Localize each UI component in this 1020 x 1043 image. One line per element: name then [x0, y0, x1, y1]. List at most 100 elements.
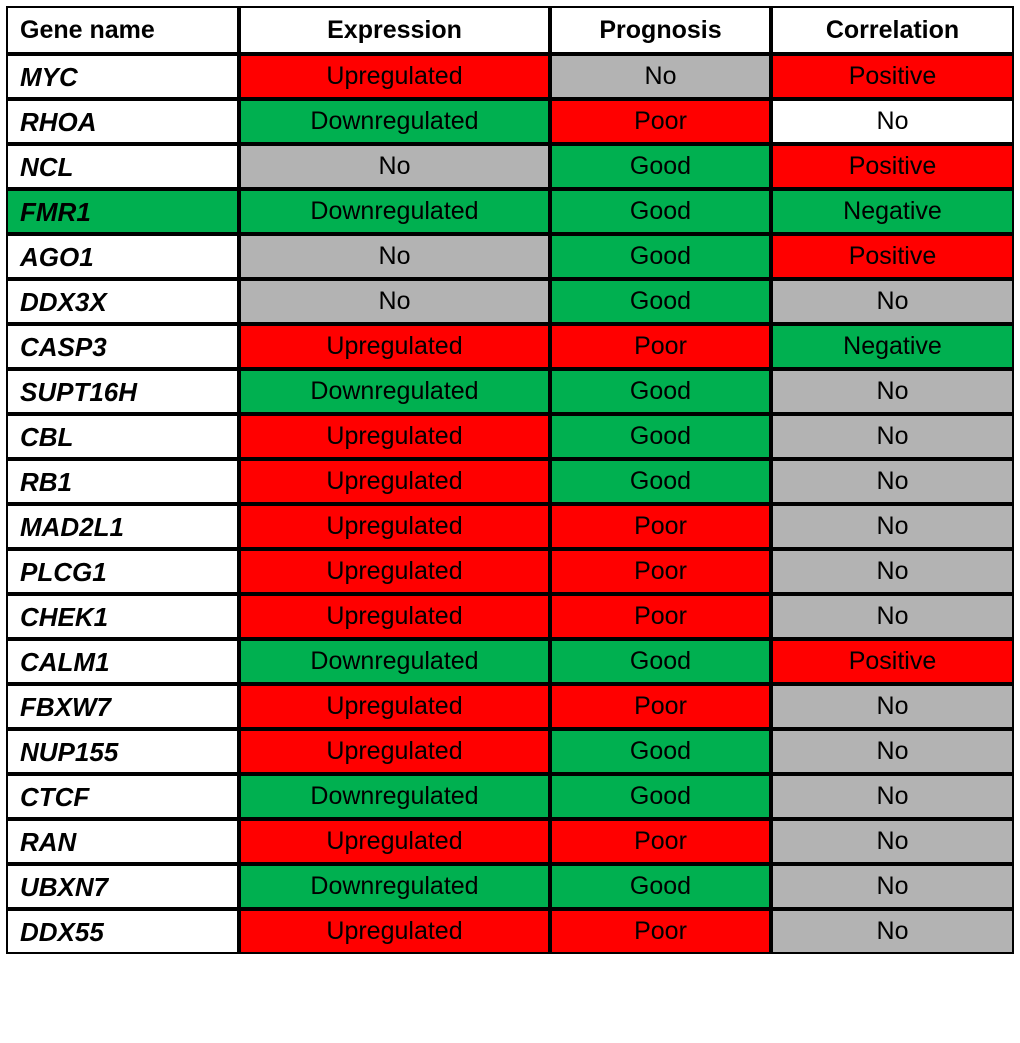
cell-prognosis: Poor [550, 549, 771, 594]
cell-gene-name: UBXN7 [6, 864, 239, 909]
cell-expression: Upregulated [239, 54, 550, 99]
cell-expression: Downregulated [239, 369, 550, 414]
cell-expression: Upregulated [239, 459, 550, 504]
cell-prognosis: Poor [550, 99, 771, 144]
cell-correlation: Negative [771, 324, 1014, 369]
cell-expression: Upregulated [239, 414, 550, 459]
cell-expression: Upregulated [239, 549, 550, 594]
table-row: UBXN7 Downregulated Good No [6, 864, 1014, 909]
table-row: NUP155 Upregulated Good No [6, 729, 1014, 774]
gene-summary-table: Gene name Expression Prognosis Correlati… [6, 6, 1014, 954]
cell-prognosis: Good [550, 639, 771, 684]
cell-gene-name: SUPT16H [6, 369, 239, 414]
cell-gene-name: MAD2L1 [6, 504, 239, 549]
table-row: MAD2L1 Upregulated Poor No [6, 504, 1014, 549]
cell-prognosis: Good [550, 369, 771, 414]
table-row: DDX55 Upregulated Poor No [6, 909, 1014, 954]
gene-summary-table-container: Gene name Expression Prognosis Correlati… [6, 6, 1014, 1037]
cell-gene-name: AGO1 [6, 234, 239, 279]
cell-prognosis: Good [550, 144, 771, 189]
cell-correlation: Positive [771, 639, 1014, 684]
cell-correlation: No [771, 414, 1014, 459]
cell-expression: Upregulated [239, 909, 550, 954]
cell-gene-name: RB1 [6, 459, 239, 504]
cell-correlation: Positive [771, 144, 1014, 189]
table-row: FBXW7 Upregulated Poor No [6, 684, 1014, 729]
cell-correlation: Negative [771, 189, 1014, 234]
cell-gene-name: DDX3X [6, 279, 239, 324]
cell-prognosis: Good [550, 774, 771, 819]
cell-expression: Upregulated [239, 819, 550, 864]
cell-expression: Downregulated [239, 864, 550, 909]
cell-expression: Upregulated [239, 594, 550, 639]
cell-gene-name: FMR1 [6, 189, 239, 234]
cell-prognosis: Poor [550, 324, 771, 369]
cell-correlation: No [771, 279, 1014, 324]
cell-expression: Upregulated [239, 324, 550, 369]
cell-gene-name: DDX55 [6, 909, 239, 954]
table-row: CTCF Downregulated Good No [6, 774, 1014, 819]
cell-prognosis: Good [550, 279, 771, 324]
cell-gene-name: CASP3 [6, 324, 239, 369]
cell-gene-name: CBL [6, 414, 239, 459]
cell-gene-name: MYC [6, 54, 239, 99]
cell-gene-name: NUP155 [6, 729, 239, 774]
table-row: CALM1 Downregulated Good Positive [6, 639, 1014, 684]
table-row: CHEK1 Upregulated Poor No [6, 594, 1014, 639]
cell-expression: Upregulated [239, 684, 550, 729]
cell-prognosis: Good [550, 189, 771, 234]
table-row: PLCG1 Upregulated Poor No [6, 549, 1014, 594]
table-row: CBL Upregulated Good No [6, 414, 1014, 459]
table-row: RB1 Upregulated Good No [6, 459, 1014, 504]
cell-prognosis: No [550, 54, 771, 99]
cell-gene-name: CTCF [6, 774, 239, 819]
cell-gene-name: RAN [6, 819, 239, 864]
cell-gene-name: FBXW7 [6, 684, 239, 729]
cell-gene-name: CHEK1 [6, 594, 239, 639]
table-header-row: Gene name Expression Prognosis Correlati… [6, 6, 1014, 54]
cell-correlation: Positive [771, 234, 1014, 279]
table-row: AGO1 No Good Positive [6, 234, 1014, 279]
column-header-expression: Expression [239, 6, 550, 54]
table-row: RHOA Downregulated Poor No [6, 99, 1014, 144]
column-header-prognosis: Prognosis [550, 6, 771, 54]
cell-expression: Downregulated [239, 639, 550, 684]
cell-correlation: No [771, 594, 1014, 639]
cell-expression: No [239, 144, 550, 189]
table-body: MYC Upregulated No Positive RHOA Downregulate… [6, 54, 1014, 954]
table-row: MYC Upregulated No Positive [6, 54, 1014, 99]
cell-prognosis: Poor [550, 909, 771, 954]
cell-prognosis: Poor [550, 684, 771, 729]
table-row: SUPT16H Downregulated Good No [6, 369, 1014, 414]
cell-correlation: No [771, 774, 1014, 819]
cell-expression: Upregulated [239, 729, 550, 774]
cell-gene-name: CALM1 [6, 639, 239, 684]
cell-expression: No [239, 234, 550, 279]
column-header-gene-name: Gene name [6, 6, 239, 54]
cell-correlation: No [771, 909, 1014, 954]
cell-expression: Upregulated [239, 504, 550, 549]
cell-expression: Downregulated [239, 189, 550, 234]
cell-correlation: No [771, 459, 1014, 504]
cell-correlation: No [771, 684, 1014, 729]
cell-correlation: No [771, 549, 1014, 594]
cell-prognosis: Good [550, 729, 771, 774]
table-row: DDX3X No Good No [6, 279, 1014, 324]
cell-prognosis: Good [550, 864, 771, 909]
cell-correlation: No [771, 504, 1014, 549]
cell-gene-name: NCL [6, 144, 239, 189]
cell-prognosis: Poor [550, 819, 771, 864]
cell-prognosis: Good [550, 234, 771, 279]
cell-correlation: Positive [771, 54, 1014, 99]
table-header: Gene name Expression Prognosis Correlati… [6, 6, 1014, 54]
table-row: NCL No Good Positive [6, 144, 1014, 189]
cell-correlation: No [771, 369, 1014, 414]
cell-gene-name: RHOA [6, 99, 239, 144]
cell-expression: Downregulated [239, 774, 550, 819]
table-row: RAN Upregulated Poor No [6, 819, 1014, 864]
table-row: CASP3 Upregulated Poor Negative [6, 324, 1014, 369]
cell-correlation: No [771, 99, 1014, 144]
cell-gene-name: PLCG1 [6, 549, 239, 594]
cell-correlation: No [771, 729, 1014, 774]
cell-prognosis: Good [550, 459, 771, 504]
